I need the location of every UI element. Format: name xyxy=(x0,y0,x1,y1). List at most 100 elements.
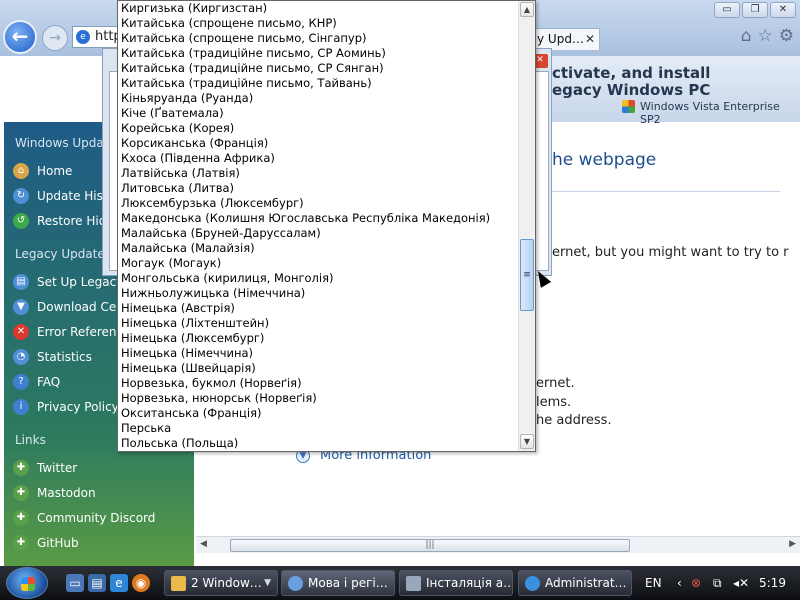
dropdown-option[interactable]: Нижньолужицька (Німеччина) xyxy=(118,286,518,301)
dropdown-option[interactable]: Латвійська (Латвія) xyxy=(118,166,518,181)
banner-title: ctivate, and install egacy Windows PC xyxy=(552,65,800,99)
scroll-up-icon[interactable]: ▲ xyxy=(520,2,534,17)
browser-tab[interactable]: y Upd… ✕ xyxy=(530,28,600,50)
globe-icon xyxy=(288,576,303,591)
dropdown-option[interactable]: Кіче (Ґватемала) xyxy=(118,106,518,121)
dropdown-option[interactable]: Німецька (Люксембург) xyxy=(118,331,518,346)
scrollbar-thumb[interactable]: ||| xyxy=(230,539,630,552)
forward-button[interactable]: → xyxy=(42,25,68,51)
dropdown-option[interactable]: Китайська (традиційне письмо, СР Аоминь) xyxy=(118,46,518,61)
dropdown-option[interactable]: Китайська (спрощене письмо, КНР) xyxy=(118,16,518,31)
dropdown-option[interactable]: Норвезька, букмол (Норвеґія) xyxy=(118,376,518,391)
horizontal-scrollbar[interactable]: ◀ ||| ▶ xyxy=(196,536,800,553)
dropdown-option[interactable]: Норвезька, нюнорськ (Норвеґія) xyxy=(118,391,518,406)
dropdown-option[interactable]: Німецька (Швейцарія) xyxy=(118,361,518,376)
switch-windows-icon[interactable]: ▤ xyxy=(88,574,106,592)
show-hidden-icons-chevron-icon[interactable]: ‹ xyxy=(677,576,682,590)
page-heading: he webpage xyxy=(552,150,657,170)
dropdown-option[interactable]: Перська xyxy=(118,421,518,436)
dropdown-option[interactable]: Люксембурзька (Люксембург) xyxy=(118,196,518,211)
info-icon: i xyxy=(13,398,29,415)
language-indicator[interactable]: EN xyxy=(645,576,662,590)
sidebar-item-mastodon[interactable]: ✚ Mastodon xyxy=(4,480,194,505)
dropdown-option[interactable]: Німецька (Німеччина) xyxy=(118,346,518,361)
page-banner: ctivate, and install egacy Windows PC Wi… xyxy=(520,56,800,126)
maximize-button[interactable]: ❐ xyxy=(742,2,768,18)
browser-toolbar-icons: ⌂ ☆ ⚙ xyxy=(741,26,794,46)
taskbar-button-installation[interactable]: Інсталяція а… xyxy=(399,570,513,596)
dropdown-options: Киргизька (Киргизстан) Китайська (спрощен… xyxy=(118,1,518,451)
sidebar-item-label: Community Discord xyxy=(37,510,156,525)
body-text: lems. xyxy=(536,395,572,410)
taskbar: ▭ ▤ e ◉ 2 Window… ▼ Мова і регі… Інсталя… xyxy=(0,566,800,600)
scroll-left-icon[interactable]: ◀ xyxy=(200,539,207,549)
start-button[interactable] xyxy=(6,567,48,599)
dropdown-option[interactable]: Китайська (традиційне письмо, Тайвань) xyxy=(118,76,518,91)
dropdown-option[interactable]: Польська (Польща) xyxy=(118,436,518,451)
dropdown-option[interactable]: Монгольська (кирилиця, Монголія) xyxy=(118,271,518,286)
internet-explorer-icon xyxy=(525,576,540,591)
dropdown-option[interactable]: Киргизька (Киргизстан) xyxy=(118,1,518,16)
dropdown-option[interactable]: Кіньяруанда (Руанда) xyxy=(118,91,518,106)
dropdown-option[interactable]: Окситанська (Франція) xyxy=(118,406,518,421)
history-icon: ↻ xyxy=(13,187,29,204)
installer-icon xyxy=(406,576,421,591)
close-button[interactable]: ✕ xyxy=(770,2,796,18)
back-button[interactable]: ← xyxy=(3,20,37,54)
dropdown-option[interactable]: Македонська (Колишня Югославська Республ… xyxy=(118,211,518,226)
banner-title-line: egacy Windows PC xyxy=(552,81,711,99)
dropdown-scrollbar[interactable]: ▲ ≡ ▼ xyxy=(518,1,535,451)
security-alert-icon[interactable]: ⊗ xyxy=(691,576,701,590)
dropdown-option[interactable]: Корейська (Корея) xyxy=(118,121,518,136)
folder-icon xyxy=(171,576,186,591)
taskbar-button-windows-group[interactable]: 2 Window… ▼ xyxy=(164,570,278,596)
sidebar-item-label: Set Up Legacy xyxy=(37,274,124,289)
dropdown-option[interactable]: Малайська (Малайзія) xyxy=(118,241,518,256)
back-arrow-icon: ← xyxy=(11,24,29,48)
favorites-star-icon[interactable]: ☆ xyxy=(758,26,773,46)
minimize-button[interactable]: ▭ xyxy=(714,2,740,18)
dropdown-option[interactable]: Китайська (спрощене письмо, Сінгапур) xyxy=(118,31,518,46)
link-icon: ✚ xyxy=(13,459,29,476)
sidebar-item-label: FAQ xyxy=(37,374,61,389)
body-text: ernet, but you might want to try to r xyxy=(552,245,789,260)
tools-gear-icon[interactable]: ⚙ xyxy=(779,26,794,46)
dropdown-option[interactable]: Могаук (Могаук) xyxy=(118,256,518,271)
show-desktop-icon[interactable]: ▭ xyxy=(66,574,84,592)
tab-label: y Upd… xyxy=(537,32,584,46)
link-icon: ✚ xyxy=(13,534,29,551)
internet-explorer-icon[interactable]: e xyxy=(110,574,128,592)
dropdown-option[interactable]: Малайська (Бруней-Даруссалам) xyxy=(118,226,518,241)
dropdown-scrollbar-thumb[interactable]: ≡ xyxy=(520,239,534,311)
sidebar-item-label: Privacy Policy xyxy=(37,399,119,414)
restore-icon: ↺ xyxy=(13,212,29,229)
sidebar-item-github[interactable]: ✚ GitHub xyxy=(4,530,194,555)
scroll-down-icon[interactable]: ▼ xyxy=(520,434,534,449)
ie-page-icon: e xyxy=(76,30,90,44)
dropdown-option[interactable]: Китайська (традиційне письмо, СР Сянган) xyxy=(118,61,518,76)
clock[interactable]: 5:19 xyxy=(759,576,786,590)
scroll-right-icon[interactable]: ▶ xyxy=(789,539,796,549)
dropdown-option[interactable]: Кхоса (Південна Африка) xyxy=(118,151,518,166)
sidebar-item-label: GitHub xyxy=(37,535,79,550)
dropdown-option[interactable]: Німецька (Ліхтенштейн) xyxy=(118,316,518,331)
sidebar-item-twitter[interactable]: ✚ Twitter xyxy=(4,455,194,480)
sidebar-item-label: Update Hist xyxy=(37,188,108,203)
tab-close-icon[interactable]: ✕ xyxy=(585,29,595,49)
sidebar-item-community-discord[interactable]: ✚ Community Discord xyxy=(4,505,194,530)
dropdown-option[interactable]: Литовська (Литва) xyxy=(118,181,518,196)
dropdown-option[interactable]: Німецька (Австрія) xyxy=(118,301,518,316)
link-icon: ✚ xyxy=(13,509,29,526)
taskbar-button-administrator[interactable]: Administrat… xyxy=(518,570,632,596)
sidebar-item-label: Restore Hid xyxy=(37,213,107,228)
window-controls: ▭ ❐ ✕ xyxy=(714,2,796,18)
network-icon[interactable]: ⧉ xyxy=(713,576,722,591)
language-dropdown-list[interactable]: Киргизька (Киргизстан) Китайська (спрощен… xyxy=(117,0,536,452)
windows-logo-icon xyxy=(21,577,35,591)
taskbar-button-region-language[interactable]: Мова і регі… xyxy=(281,570,395,596)
sidebar-item-label: Mastodon xyxy=(37,485,96,500)
dropdown-option[interactable]: Корсиканська (Франція) xyxy=(118,136,518,151)
firefox-icon[interactable]: ◉ xyxy=(132,574,150,592)
volume-muted-icon[interactable]: ◂✕ xyxy=(733,576,749,590)
home-icon[interactable]: ⌂ xyxy=(741,26,752,46)
